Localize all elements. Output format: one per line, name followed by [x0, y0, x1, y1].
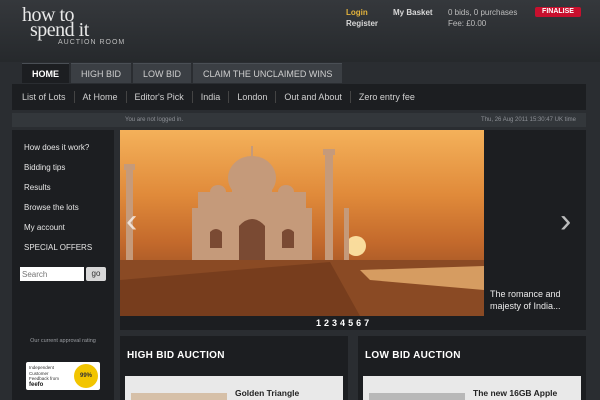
feefo-text: Independent Customer Feedback from	[29, 365, 60, 381]
tab-claim-unclaimed-wins[interactable]: CLAIM THE UNCLAIMED WINS	[193, 63, 343, 83]
sidebar-item-special-offers[interactable]: SPECIAL OFFERS	[12, 238, 114, 258]
slider-prev-icon[interactable]: ‹	[126, 204, 137, 238]
sidebar-item-browse-lots[interactable]: Browse the lots	[12, 198, 114, 218]
low-bid-item-title[interactable]: The new 16GB Apple	[473, 388, 557, 398]
sidebar-search: go	[20, 267, 106, 281]
nav-list-of-lots[interactable]: List of Lots	[14, 91, 74, 103]
low-bid-title: LOW BID AUCTION	[365, 350, 461, 361]
sidebar-item-my-account[interactable]: My account	[12, 218, 114, 238]
search-input[interactable]	[20, 267, 84, 281]
nav-editors-pick[interactable]: Editor's Pick	[125, 91, 192, 103]
slider-next-icon[interactable]: ›	[560, 204, 571, 238]
tab-high-bid[interactable]: HIGH BID	[71, 63, 132, 83]
slider-pagination: 1 2 3 4 5 6 7	[316, 318, 372, 328]
hero-slider: ‹ › The romance and majesty of India... …	[120, 130, 586, 330]
account-area: Login Register My Basket 0 bids, 0 purch…	[340, 6, 590, 34]
tab-low-bid[interactable]: LOW BID	[133, 63, 192, 83]
slide-page-5[interactable]: 5	[348, 318, 353, 328]
login-status-text: You are not logged in.	[125, 117, 184, 123]
sidebar-item-results[interactable]: Results	[12, 178, 114, 198]
feefo-score: 99%	[74, 364, 98, 388]
sidebar: How does it work? Bidding tips Results B…	[12, 130, 114, 400]
category-nav: List of Lots At Home Editor's Pick India…	[12, 84, 586, 110]
basket-fee: Fee: £0.00	[448, 19, 487, 28]
approval-rating-label: Our current approval rating	[30, 338, 96, 344]
nav-london[interactable]: London	[228, 91, 275, 103]
high-bid-panel: HIGH BID AUCTION Golden Triangle	[120, 336, 348, 400]
nav-at-home[interactable]: At Home	[73, 91, 126, 103]
search-go-button[interactable]: go	[86, 267, 106, 281]
datetime-text: Thu, 26 Aug 2011 15:30:47 UK time	[481, 117, 576, 123]
tab-home[interactable]: HOME	[22, 63, 69, 83]
sidebar-item-how-it-works[interactable]: How does it work?	[12, 138, 114, 158]
low-bid-card[interactable]: The new 16GB Apple	[363, 376, 581, 400]
slide-page-6[interactable]: 6	[356, 318, 361, 328]
logo-line2: spend it	[30, 19, 89, 41]
slide-caption[interactable]: The romance and majesty of India...	[490, 288, 580, 312]
slide-page-3[interactable]: 3	[332, 318, 337, 328]
main-tabs: HOME HIGH BID LOW BID CLAIM THE UNCLAIME…	[22, 63, 344, 83]
site-header: how to spend it AUCTION ROOM Login Regis…	[0, 0, 600, 62]
finalise-button[interactable]: FINALISE	[535, 7, 581, 17]
info-strip: You are not logged in. Thu, 26 Aug 2011 …	[12, 113, 586, 127]
high-bid-thumbnail[interactable]	[131, 393, 227, 400]
login-link[interactable]: Login	[346, 8, 368, 17]
sidebar-item-bidding-tips[interactable]: Bidding tips	[12, 158, 114, 178]
basket-status: 0 bids, 0 purchases	[448, 8, 518, 17]
nav-out-and-about[interactable]: Out and About	[275, 91, 350, 103]
site-logo[interactable]: how to spend it AUCTION ROOM	[22, 5, 125, 46]
register-link[interactable]: Register	[346, 19, 378, 28]
feefo-badge[interactable]: Independent Customer Feedback from feefo…	[26, 362, 100, 390]
high-bid-title: HIGH BID AUCTION	[127, 350, 225, 361]
slide-page-2[interactable]: 2	[324, 318, 329, 328]
slide-page-7[interactable]: 7	[364, 318, 369, 328]
high-bid-card[interactable]: Golden Triangle	[125, 376, 343, 400]
slide-page-1[interactable]: 1	[316, 318, 321, 328]
low-bid-panel: LOW BID AUCTION The new 16GB Apple	[358, 336, 586, 400]
high-bid-item-title[interactable]: Golden Triangle	[235, 388, 299, 398]
low-bid-thumbnail[interactable]	[369, 393, 465, 400]
my-basket-link[interactable]: My Basket	[393, 8, 433, 17]
taj-mahal-illustration	[120, 146, 484, 316]
slide-image-taj-mahal[interactable]	[120, 130, 484, 316]
nav-india[interactable]: India	[191, 91, 229, 103]
feefo-logo: feefo	[29, 382, 44, 388]
slide-page-4[interactable]: 4	[340, 318, 345, 328]
nav-zero-entry-fee[interactable]: Zero entry fee	[349, 91, 423, 103]
